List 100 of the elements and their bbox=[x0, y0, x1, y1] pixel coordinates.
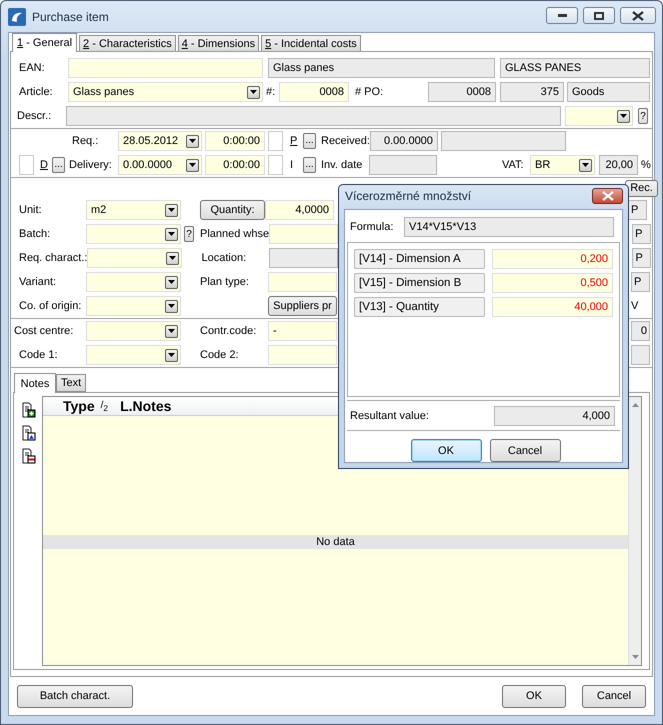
input-field[interactable] bbox=[268, 345, 337, 365]
input-field[interactable] bbox=[68, 58, 263, 78]
field-label: Batch: bbox=[19, 228, 52, 240]
dropdown-button[interactable] bbox=[186, 134, 199, 148]
field-label: Planned whse bbox=[200, 228, 270, 240]
field-label: Location: bbox=[201, 252, 248, 264]
dropdown-button[interactable] bbox=[247, 86, 260, 98]
dropdown-field[interactable]: 0.00.0000 bbox=[118, 155, 202, 175]
ok-button[interactable]: OK bbox=[502, 684, 566, 708]
maximize-button[interactable] bbox=[583, 7, 615, 24]
dropdown-field[interactable]: Glass panes bbox=[68, 82, 263, 102]
dropdown-field[interactable]: 28.05.2012 bbox=[118, 131, 202, 151]
add-document-icon[interactable] bbox=[22, 402, 36, 418]
close-button[interactable] bbox=[620, 7, 656, 24]
checkbox[interactable] bbox=[268, 155, 283, 175]
input-field[interactable] bbox=[269, 248, 338, 268]
minimize-icon bbox=[558, 14, 566, 17]
dropdown-field[interactable] bbox=[87, 248, 182, 268]
quantity-button[interactable]: Quantity: bbox=[200, 200, 265, 220]
dropdown-field[interactable] bbox=[565, 106, 633, 126]
suppliers-button[interactable]: Suppliers pr bbox=[268, 296, 337, 316]
more-button[interactable]: ... bbox=[303, 157, 316, 173]
dropdown-button[interactable] bbox=[617, 110, 630, 122]
tab[interactable]: Notes bbox=[14, 373, 56, 393]
document-remove-icon[interactable] bbox=[22, 448, 36, 464]
field-label: Co. of origin: bbox=[19, 300, 82, 312]
minimize-button[interactable] bbox=[546, 7, 578, 24]
more-button[interactable]: ... bbox=[303, 133, 316, 149]
caret-icon bbox=[620, 114, 627, 118]
caret-icon bbox=[168, 280, 175, 284]
dropdown-button[interactable] bbox=[165, 204, 178, 216]
help-button[interactable]: ? bbox=[184, 226, 194, 242]
caret-icon bbox=[169, 256, 176, 260]
vat-rate-field: 20,00 bbox=[599, 155, 638, 175]
scrollbar[interactable] bbox=[628, 397, 641, 665]
input-field[interactable]: 0,500 bbox=[492, 273, 613, 293]
input-field[interactable]: P bbox=[632, 248, 652, 268]
input-field[interactable]: P bbox=[631, 272, 650, 292]
field-label: Formula: bbox=[350, 221, 394, 233]
dropdown-button[interactable] bbox=[165, 300, 178, 312]
help-button[interactable]: ? bbox=[638, 108, 648, 124]
input-field[interactable] bbox=[268, 272, 337, 292]
input-field[interactable]: 0008 bbox=[279, 82, 349, 102]
column-header[interactable]: L. bbox=[120, 398, 133, 414]
dropdown-field[interactable] bbox=[86, 345, 181, 365]
tab[interactable]: 4 - Dimensions bbox=[178, 35, 260, 51]
dropdown-field[interactable]: m2 bbox=[86, 200, 181, 220]
ok-button[interactable]: OK bbox=[410, 439, 482, 462]
input-field[interactable]: 0,200 bbox=[492, 249, 613, 269]
input-field[interactable]: 40,000 bbox=[492, 297, 613, 317]
tab[interactable]: 2 - Characteristics bbox=[79, 35, 176, 51]
percent-label: % bbox=[641, 159, 651, 171]
close-button[interactable] bbox=[592, 188, 623, 204]
dropdown-button[interactable] bbox=[579, 158, 592, 172]
field-label: Unit: bbox=[19, 204, 43, 216]
tab[interactable]: 5 - Incidental costs bbox=[261, 35, 361, 51]
caret-icon bbox=[168, 353, 175, 357]
dropdown-field[interactable] bbox=[86, 321, 181, 341]
column-header[interactable]: Type bbox=[63, 398, 95, 414]
input-field[interactable]: 4,0000 bbox=[265, 200, 334, 220]
description-field[interactable] bbox=[66, 106, 561, 126]
cancel-button[interactable]: Cancel bbox=[490, 439, 560, 462]
input-field[interactable]: P bbox=[628, 200, 647, 220]
batch-button[interactable]: Batch charact. bbox=[17, 684, 133, 708]
dropdown-field[interactable] bbox=[86, 296, 181, 316]
caret-icon bbox=[189, 163, 196, 167]
column-header[interactable]: /$_{2}$ bbox=[100, 400, 108, 412]
input-field[interactable] bbox=[269, 224, 338, 244]
caret-icon bbox=[168, 232, 175, 236]
dropdown-button[interactable] bbox=[166, 252, 180, 264]
document-arrow-icon[interactable] bbox=[22, 425, 36, 441]
dropdown-button[interactable] bbox=[165, 276, 178, 288]
checkbox[interactable] bbox=[268, 131, 283, 151]
dropdown-button[interactable] bbox=[165, 348, 178, 362]
dropdown-field[interactable]: BR bbox=[530, 155, 595, 175]
input-field[interactable]: P bbox=[632, 224, 652, 244]
input-field[interactable] bbox=[631, 345, 650, 365]
checkbox[interactable] bbox=[19, 155, 34, 175]
tab[interactable]: Text bbox=[56, 374, 86, 392]
dropdown-field[interactable] bbox=[86, 272, 181, 292]
cancel-button[interactable]: Cancel bbox=[582, 684, 646, 708]
time-field[interactable]: 0:00:00 bbox=[205, 131, 265, 151]
dropdown-button[interactable] bbox=[165, 324, 178, 338]
column-header[interactable]: Notes bbox=[132, 398, 172, 414]
tab[interactable]: 1 - General bbox=[12, 33, 78, 52]
scroll-down-icon[interactable] bbox=[632, 655, 638, 659]
dropdown-button[interactable] bbox=[165, 228, 178, 240]
scroll-up-icon[interactable] bbox=[632, 403, 638, 407]
field-label: #: bbox=[266, 86, 276, 98]
more-button[interactable]: ... bbox=[52, 157, 65, 173]
window-title: Purchase item bbox=[32, 10, 109, 24]
time-field[interactable]: 0:00:00 bbox=[205, 155, 265, 175]
dropdown-field[interactable] bbox=[86, 224, 181, 244]
dropdown-button[interactable] bbox=[186, 158, 199, 172]
variable-label: [V15] - Dimension B bbox=[354, 273, 485, 293]
field-label: Descr.: bbox=[17, 110, 52, 122]
article-name-field: Glass panes bbox=[268, 58, 495, 78]
rec-button[interactable]: Rec. bbox=[625, 180, 658, 196]
input-field[interactable]: 0 bbox=[631, 321, 650, 341]
input-field[interactable]: - bbox=[268, 321, 337, 341]
